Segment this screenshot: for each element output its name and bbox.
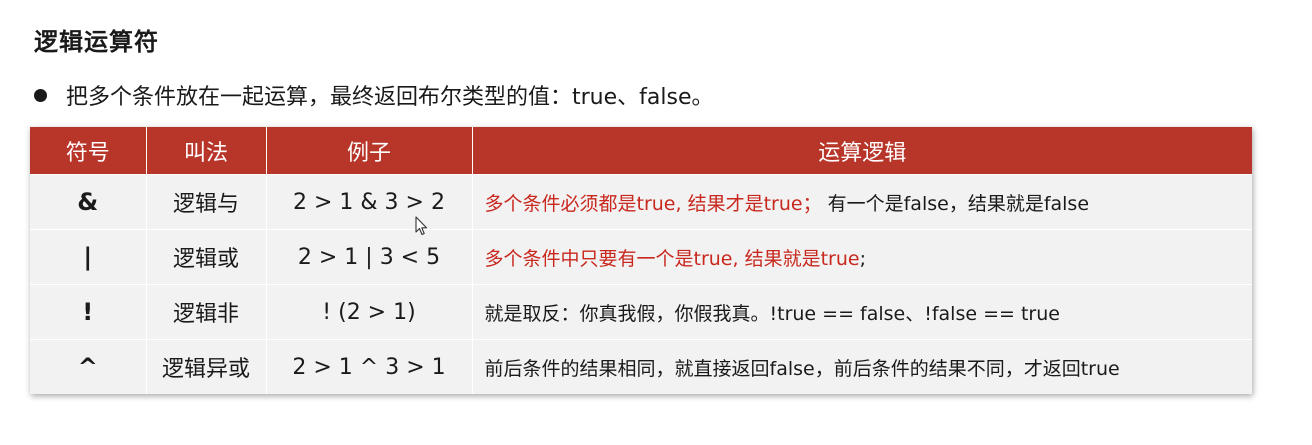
- bullet-text: 把多个条件放在一起运算，最终返回布尔类型的值：true、false。: [66, 85, 714, 110]
- cell-symbol: &: [30, 174, 147, 230]
- cell-symbol: !: [30, 284, 147, 340]
- cell-example: ! (2 > 1): [266, 284, 473, 340]
- header-example: 例子: [266, 127, 473, 175]
- cell-name: 逻辑非: [146, 284, 267, 340]
- header-logic: 运算逻辑: [472, 127, 1252, 175]
- operators-table: 符号 叫法 例子 运算逻辑 & 逻辑与 2 > 1 & 3 > 2 多个条件必须…: [30, 127, 1252, 394]
- table-row: ! 逻辑非 ! (2 > 1) 就是取反：你真我假，你假我真。!true == …: [30, 284, 1252, 340]
- cell-name: 逻辑与: [146, 174, 267, 230]
- cell-logic: 前后条件的结果相同，就直接返回false，前后条件的结果不同，才返回true: [472, 339, 1252, 394]
- header-symbol: 符号: [30, 127, 147, 175]
- cell-example: 2 > 1 & 3 > 2: [266, 174, 473, 230]
- table-row: & 逻辑与 2 > 1 & 3 > 2 多个条件必须都是true, 结果才是tr…: [30, 174, 1252, 230]
- cell-logic: 就是取反：你真我假，你假我真。!true == false、!false == …: [472, 284, 1252, 340]
- page-title: 逻辑运算符: [34, 28, 159, 56]
- cell-logic: 多个条件中只要有一个是true, 结果就是true;: [472, 229, 1252, 285]
- logic-run: ;: [859, 247, 866, 270]
- logic-run: 就是取反：你真我假，你假我真。!true == false、!false == …: [484, 302, 1060, 325]
- cell-symbol: |: [30, 229, 147, 285]
- bullet-dot-icon: [34, 88, 47, 102]
- logic-run: 有一个是false，结果就是false: [821, 192, 1090, 215]
- bullet-line: 把多个条件放在一起运算，最终返回布尔类型的值：true、false。: [34, 79, 714, 111]
- table-header-row: 符号 叫法 例子 运算逻辑: [30, 127, 1252, 175]
- logic-run: 多个条件必须都是true, 结果才是true；: [484, 192, 822, 215]
- cell-example: 2 > 1 ^ 3 > 1: [266, 339, 473, 394]
- logic-run: 前后条件的结果相同，就直接返回false，前后条件的结果不同，才返回true: [484, 357, 1120, 380]
- logic-run: 多个条件中只要有一个是true, 结果就是true: [484, 247, 860, 270]
- mouse-pointer-icon: [415, 216, 428, 236]
- header-name: 叫法: [146, 127, 267, 175]
- table-row: ^ 逻辑异或 2 > 1 ^ 3 > 1 前后条件的结果相同，就直接返回fals…: [30, 339, 1252, 394]
- cell-example: 2 > 1 | 3 < 5: [266, 229, 473, 285]
- cell-logic: 多个条件必须都是true, 结果才是true； 有一个是false，结果就是fa…: [472, 174, 1252, 230]
- cell-name: 逻辑或: [146, 229, 267, 285]
- operators-table-wrap: 符号 叫法 例子 运算逻辑 & 逻辑与 2 > 1 & 3 > 2 多个条件必须…: [30, 127, 1252, 394]
- table-row: | 逻辑或 2 > 1 | 3 < 5 多个条件中只要有一个是true, 结果就…: [30, 229, 1252, 285]
- cell-symbol: ^: [30, 339, 147, 394]
- cell-name: 逻辑异或: [146, 339, 267, 394]
